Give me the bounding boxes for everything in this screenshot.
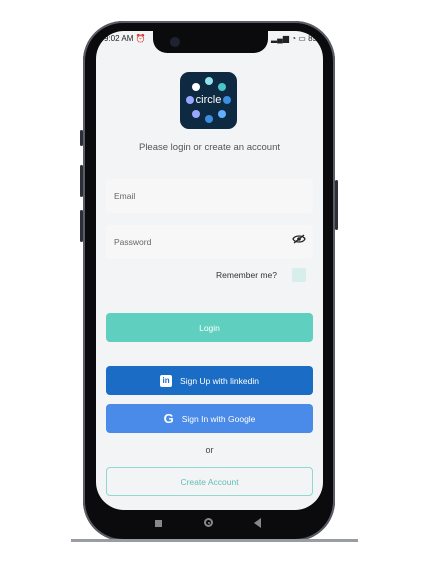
google-icon: G <box>163 411 174 426</box>
linkedin-icon: in <box>160 374 173 387</box>
android-nav-bar <box>96 510 323 538</box>
email-field[interactable] <box>106 179 313 213</box>
create-account-label: Create Account <box>180 476 239 487</box>
wifi-icon: ◔ <box>291 34 297 43</box>
logo-text: circle <box>195 94 222 106</box>
phone-button-power <box>335 180 338 230</box>
logo-dot <box>192 110 200 118</box>
linkedin-signup-button[interactable]: in Sign Up with linkedin <box>106 366 313 395</box>
create-account-button[interactable]: Create Account <box>106 467 313 496</box>
google-button-label: Sign In with Google <box>181 413 256 424</box>
remember-me-checkbox[interactable] <box>292 268 306 282</box>
logo-dot <box>218 83 226 91</box>
login-button[interactable]: Login <box>106 313 313 342</box>
alarm-icon: ⏰ <box>135 34 146 43</box>
login-button-label: Login <box>199 322 220 333</box>
status-time-text: 9:02 AM <box>104 34 134 43</box>
base-line <box>71 539 358 542</box>
password-field[interactable] <box>106 225 313 259</box>
recent-apps-icon[interactable] <box>155 520 162 527</box>
phone-button-volume-up <box>80 165 83 197</box>
status-indicators: ▂▄▆ ◔ ▭ 85 <box>271 34 317 43</box>
remember-me-label: Remember me? <box>216 270 277 280</box>
signal-icon: ▂▄▆ <box>271 34 289 43</box>
phone-button-volume-down <box>80 210 83 242</box>
phone-button-mute <box>80 130 83 146</box>
logo-dot <box>218 110 226 118</box>
home-icon[interactable] <box>204 518 213 527</box>
phone-screen: 9:02 AM ⏰ ▂▄▆ ◔ ▭ 85 circle Please login… <box>96 31 323 510</box>
hide-password-icon[interactable] <box>292 234 306 244</box>
login-subtitle: Please login or create an account <box>138 142 280 153</box>
logo-dot <box>192 83 200 91</box>
logo-dot <box>205 115 213 123</box>
google-signin-button[interactable]: G Sign In with Google <box>106 404 313 433</box>
or-divider: or <box>205 445 214 455</box>
logo-dot <box>205 77 213 85</box>
battery-level: 85 <box>308 34 317 43</box>
status-time: 9:02 AM ⏰ <box>104 34 146 43</box>
linkedin-button-label: Sign Up with linkedin <box>180 375 259 386</box>
camera <box>170 37 180 47</box>
battery-icon: ▭ <box>298 34 306 43</box>
back-icon[interactable] <box>254 518 261 528</box>
app-logo: circle <box>180 72 237 129</box>
